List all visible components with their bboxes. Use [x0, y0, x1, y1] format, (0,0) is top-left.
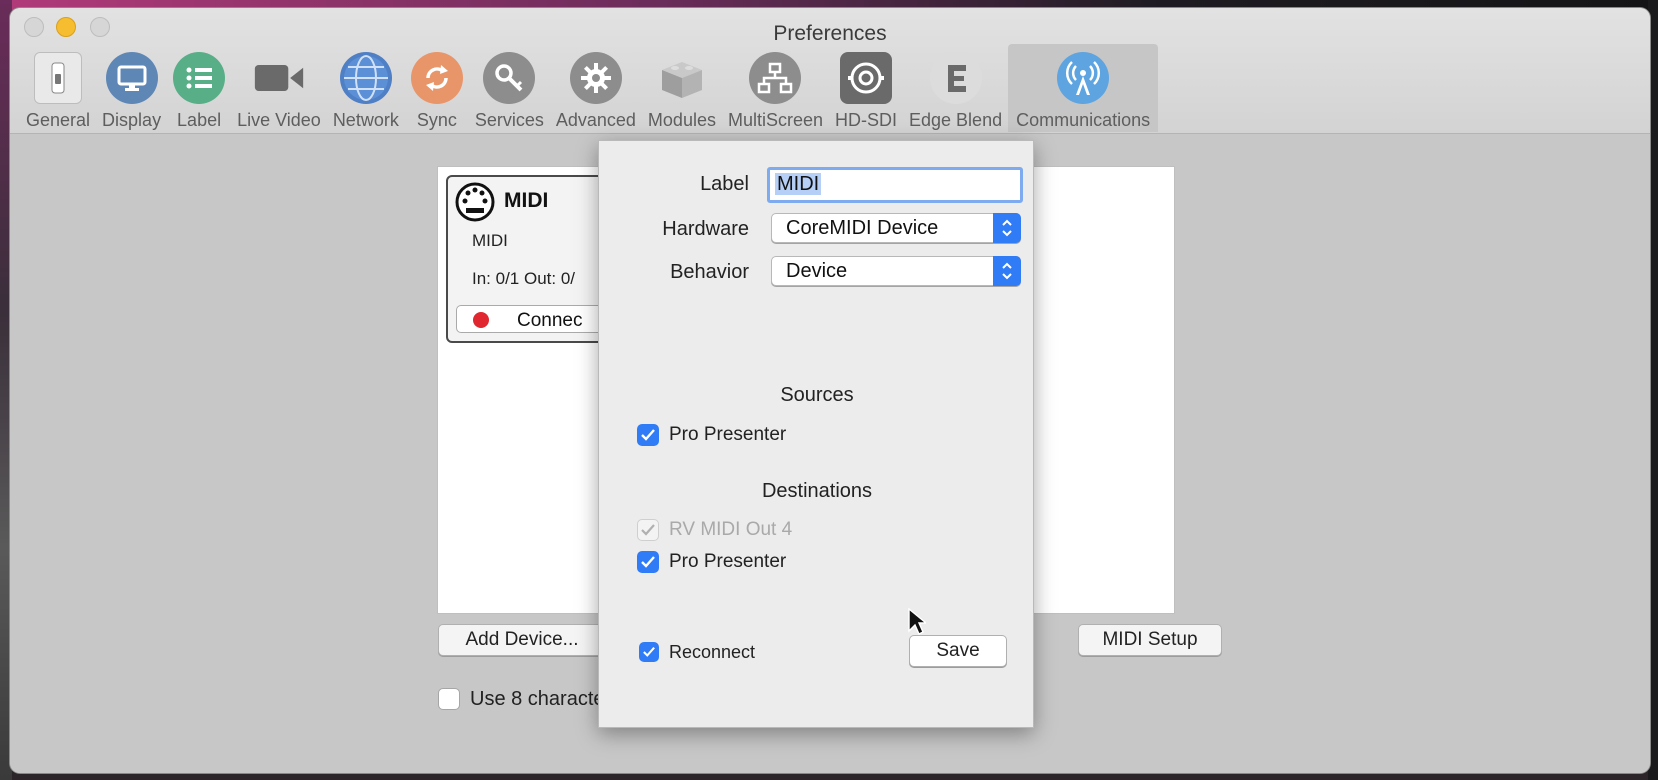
- preferences-toolbar: General Display Label Live Video Network…: [20, 44, 1159, 132]
- behavior-select[interactable]: Device: [771, 256, 1021, 286]
- tab-label-label: Label: [177, 110, 222, 130]
- globe-icon: [339, 52, 392, 104]
- label-input-value: MIDI: [775, 173, 822, 195]
- device-card-title: MIDI: [504, 189, 549, 212]
- key-icon: [483, 52, 536, 104]
- window-title: Preferences: [773, 22, 887, 45]
- behavior-caption: Behavior: [670, 261, 749, 283]
- status-dot-icon: [473, 312, 489, 328]
- tab-communications-label: Communications: [1016, 110, 1151, 130]
- destinations-heading: Destinations: [761, 480, 873, 502]
- add-device-button[interactable]: Add Device...: [438, 624, 606, 656]
- tab-edge-blend-label: Edge Blend: [909, 110, 1003, 130]
- tab-general[interactable]: General: [20, 44, 96, 132]
- sources-heading: Sources: [780, 384, 854, 406]
- device-card-io-status: In: 0/1 Out: 0/: [472, 269, 576, 288]
- midi-connector-icon: [454, 181, 496, 228]
- tab-sync-label: Sync: [416, 110, 457, 130]
- midi-setup-button[interactable]: MIDI Setup: [1078, 624, 1222, 656]
- reconnect-label: Reconnect: [669, 642, 756, 662]
- device-settings-sheet: Label MIDI Hardware CoreMIDI Device Beha…: [598, 140, 1034, 728]
- list-icon: [173, 52, 226, 104]
- tab-modules-label: Modules: [647, 110, 716, 130]
- mouse-pointer-icon: [908, 607, 928, 641]
- behavior-stepper-icon: [993, 256, 1021, 286]
- network-tree-icon: [749, 52, 802, 104]
- connect-button-label: Connec: [517, 310, 583, 331]
- switch-icon: [34, 52, 83, 104]
- tab-edge-blend[interactable]: Edge Blend: [903, 44, 1008, 132]
- tab-display[interactable]: Display: [96, 44, 167, 132]
- tab-network-label: Network: [332, 110, 399, 130]
- preferences-window: Preferences General Display Label Live V…: [10, 8, 1650, 773]
- tab-services-label: Services: [474, 110, 544, 130]
- sync-icon: [410, 52, 463, 104]
- device-card-subtitle: MIDI: [472, 231, 508, 250]
- brick-icon: [656, 52, 708, 104]
- monitor-icon: [105, 52, 158, 104]
- hardware-select-value: CoreMIDI Device: [786, 217, 939, 239]
- tab-network[interactable]: Network: [327, 44, 405, 132]
- tab-sync[interactable]: Sync: [405, 44, 469, 132]
- tab-hd-sdi[interactable]: HD-SDI: [829, 44, 903, 132]
- tab-display-label: Display: [102, 110, 162, 130]
- tab-multiscreen[interactable]: MultiScreen: [722, 44, 829, 132]
- destination-rv-midi-out-checkbox: [637, 519, 659, 541]
- label-input[interactable]: MIDI: [767, 167, 1023, 203]
- tab-label[interactable]: Label: [167, 44, 231, 132]
- tab-live-video[interactable]: Live Video: [231, 44, 327, 132]
- destination-pro-presenter-checkbox[interactable]: [637, 551, 659, 573]
- destination-pro-presenter-label: Pro Presenter: [669, 551, 787, 572]
- video-camera-icon: [253, 52, 305, 104]
- hardware-caption: Hardware: [662, 218, 749, 240]
- behavior-select-value: Device: [786, 260, 848, 282]
- edge-blend-icon: [929, 52, 982, 104]
- tab-advanced-label: Advanced: [555, 110, 636, 130]
- sdi-connector-icon: [840, 52, 893, 104]
- tab-hd-sdi-label: HD-SDI: [835, 110, 898, 130]
- destination-rv-midi-out-label: RV MIDI Out 4: [669, 519, 793, 540]
- tab-communications[interactable]: Communications: [1008, 44, 1159, 132]
- tab-advanced[interactable]: Advanced: [550, 44, 642, 132]
- hardware-stepper-icon: [993, 213, 1021, 243]
- title-bar: Preferences General Display Label Live V…: [10, 8, 1650, 134]
- label-caption: Label: [700, 173, 749, 195]
- tab-modules[interactable]: Modules: [642, 44, 722, 132]
- gear-icon: [569, 52, 622, 104]
- source-pro-presenter-label: Pro Presenter: [669, 424, 787, 445]
- tab-general-label: General: [26, 110, 91, 130]
- source-pro-presenter-checkbox[interactable]: [637, 424, 659, 446]
- reconnect-checkbox[interactable]: [639, 642, 659, 662]
- vdcp-filename-checkbox[interactable]: [438, 688, 460, 710]
- antenna-icon: [1057, 52, 1110, 104]
- tab-multiscreen-label: MultiScreen: [727, 110, 824, 130]
- hardware-select[interactable]: CoreMIDI Device: [771, 213, 1021, 243]
- tab-services[interactable]: Services: [469, 44, 550, 132]
- tab-live-video-label: Live Video: [237, 110, 321, 130]
